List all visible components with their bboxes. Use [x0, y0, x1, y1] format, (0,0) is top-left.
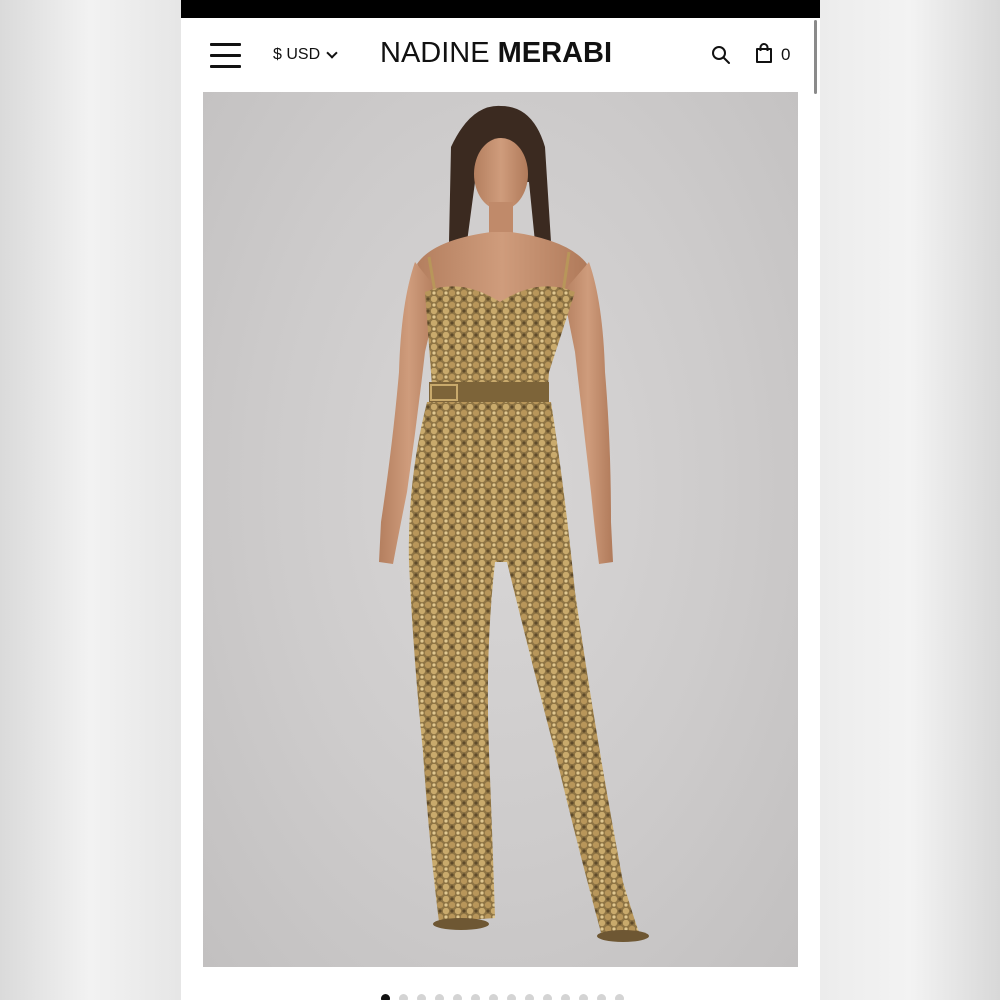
pagination-dot[interactable]	[417, 994, 426, 1000]
pagination-dot[interactable]	[399, 994, 408, 1000]
currency-selector[interactable]: $ USD	[273, 45, 338, 65]
pagination-dot[interactable]	[453, 994, 462, 1000]
pagination-dot[interactable]	[597, 994, 606, 1000]
brand-name-last: MERABI	[497, 37, 613, 69]
pagination-dot[interactable]	[561, 994, 570, 1000]
status-bar	[181, 0, 820, 18]
pagination-dot[interactable]	[435, 994, 444, 1000]
hamburger-menu-icon[interactable]	[210, 43, 241, 69]
pagination-dot[interactable]	[507, 994, 516, 1000]
pagination-dot[interactable]	[543, 994, 552, 1000]
product-photo-illustration	[379, 105, 649, 942]
pagination-dot[interactable]	[579, 994, 588, 1000]
cart-count: 0	[781, 45, 791, 64]
pagination-dot[interactable]	[381, 994, 390, 1000]
search-icon[interactable]	[711, 45, 731, 65]
currency-label: $ USD	[273, 46, 321, 63]
gallery-pagination	[381, 994, 624, 1000]
pagination-dot[interactable]	[525, 994, 534, 1000]
phone-screen: $ USD NADINE MERABI 0	[181, 0, 820, 1000]
pagination-dot[interactable]	[615, 994, 624, 1000]
product-image[interactable]	[203, 92, 798, 967]
chevron-down-icon	[326, 47, 338, 59]
brand-name-first: NADINE	[380, 37, 498, 69]
cart-button[interactable]: 0	[755, 42, 791, 68]
shopping-bag-icon	[755, 42, 773, 68]
pagination-dot[interactable]	[471, 994, 480, 1000]
site-header: $ USD NADINE MERABI 0	[181, 18, 820, 92]
brand-logo[interactable]: NADINE MERABI	[380, 37, 612, 70]
pagination-dot[interactable]	[489, 994, 498, 1000]
